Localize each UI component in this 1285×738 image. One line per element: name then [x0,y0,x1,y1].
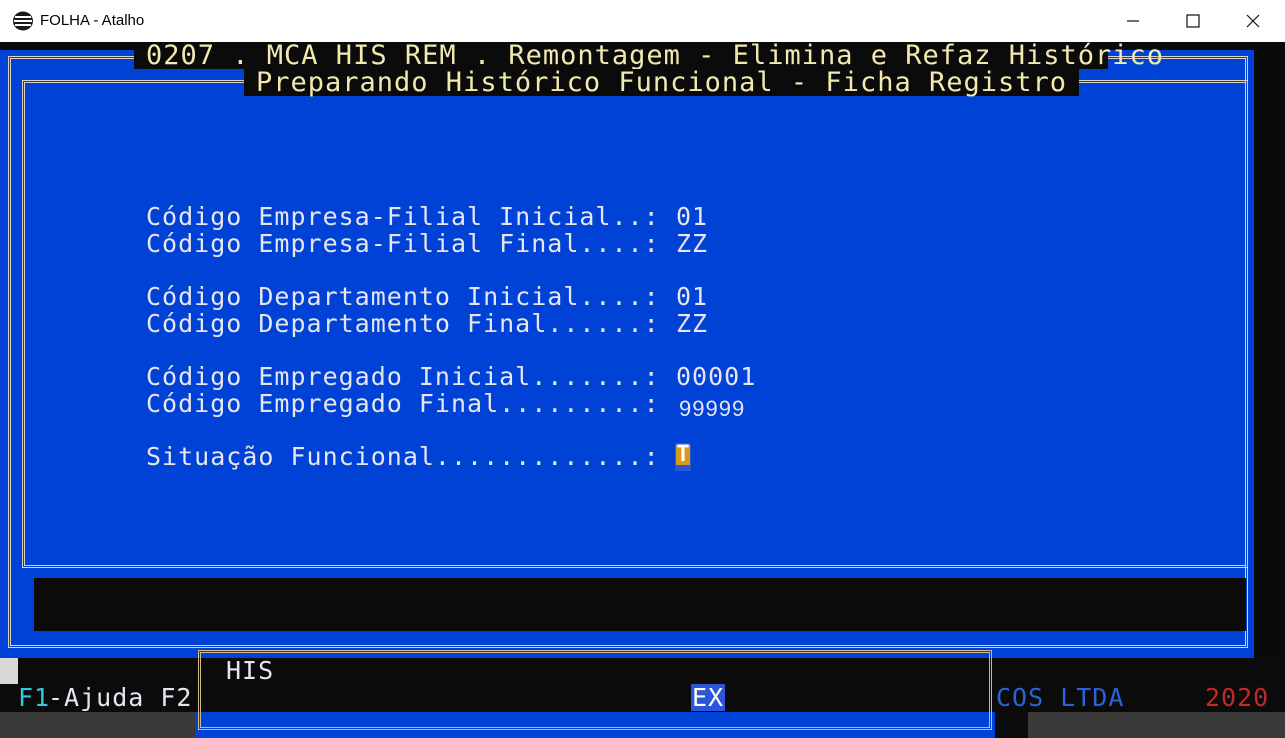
message-area [34,578,1246,631]
field-label-departamento-inicial: Código Departamento Inicial....: [146,282,660,311]
field-label-empregado-inicial: Código Empregado Inicial.......: [146,362,660,391]
field-departamento-inicial[interactable]: 01 [676,283,708,310]
field-label-empresa-final: Código Empresa-Filial Final....: [146,229,660,258]
field-label-situacao-funcional: Situação Funcional.............: [146,442,660,471]
maximize-icon [1186,14,1200,28]
field-situacao-funcional[interactable]: T [675,443,691,471]
field-label-departamento-final: Código Departamento Final......: [146,309,660,338]
field-empresa-inicial[interactable]: 01 [676,203,708,230]
maximize-button[interactable] [1163,0,1223,42]
field-label-empregado-final: Código Empregado Final.........: [146,389,660,418]
field-empregado-final[interactable]: 99999 [679,395,745,422]
close-icon [1246,14,1260,28]
field-empresa-final[interactable]: ZZ [676,230,708,257]
field-label-empresa-inicial: Código Empresa-Filial Inicial..: [146,202,660,231]
window-titlebar: FOLHA - Atalho [0,0,1285,43]
situacao-funcional-value: T [676,442,690,467]
minimize-icon [1127,20,1139,22]
screen-subtitle: Preparando Histórico Funcional - Ficha R… [244,69,1080,96]
f1-key[interactable]: F1 [18,684,50,711]
company-name: COS LTDA [996,683,1125,712]
status-left-bottom [0,712,195,738]
ex-label: EX [691,683,726,712]
terminal-screen: 0207 . MCA HIS REM . Remontagem - Elimin… [0,42,1285,738]
window-title: FOLHA - Atalho [40,12,145,29]
folha-app-icon[interactable] [12,11,34,31]
year-label: 2020 [1205,683,1270,712]
minimize-button[interactable] [1103,0,1163,42]
status-left-block [0,658,18,684]
field-empregado-inicial[interactable]: 00001 [676,363,756,390]
his-label: HIS [226,656,275,685]
field-departamento-final[interactable]: ZZ [676,310,708,337]
his-frame [198,650,992,730]
close-button[interactable] [1223,0,1283,42]
program-header: 0207 . MCA HIS REM . Remontagem - Elimin… [134,42,1163,69]
status-right-bottom [1028,712,1285,738]
f1-help-text[interactable]: -Ajuda F2 [48,684,192,711]
